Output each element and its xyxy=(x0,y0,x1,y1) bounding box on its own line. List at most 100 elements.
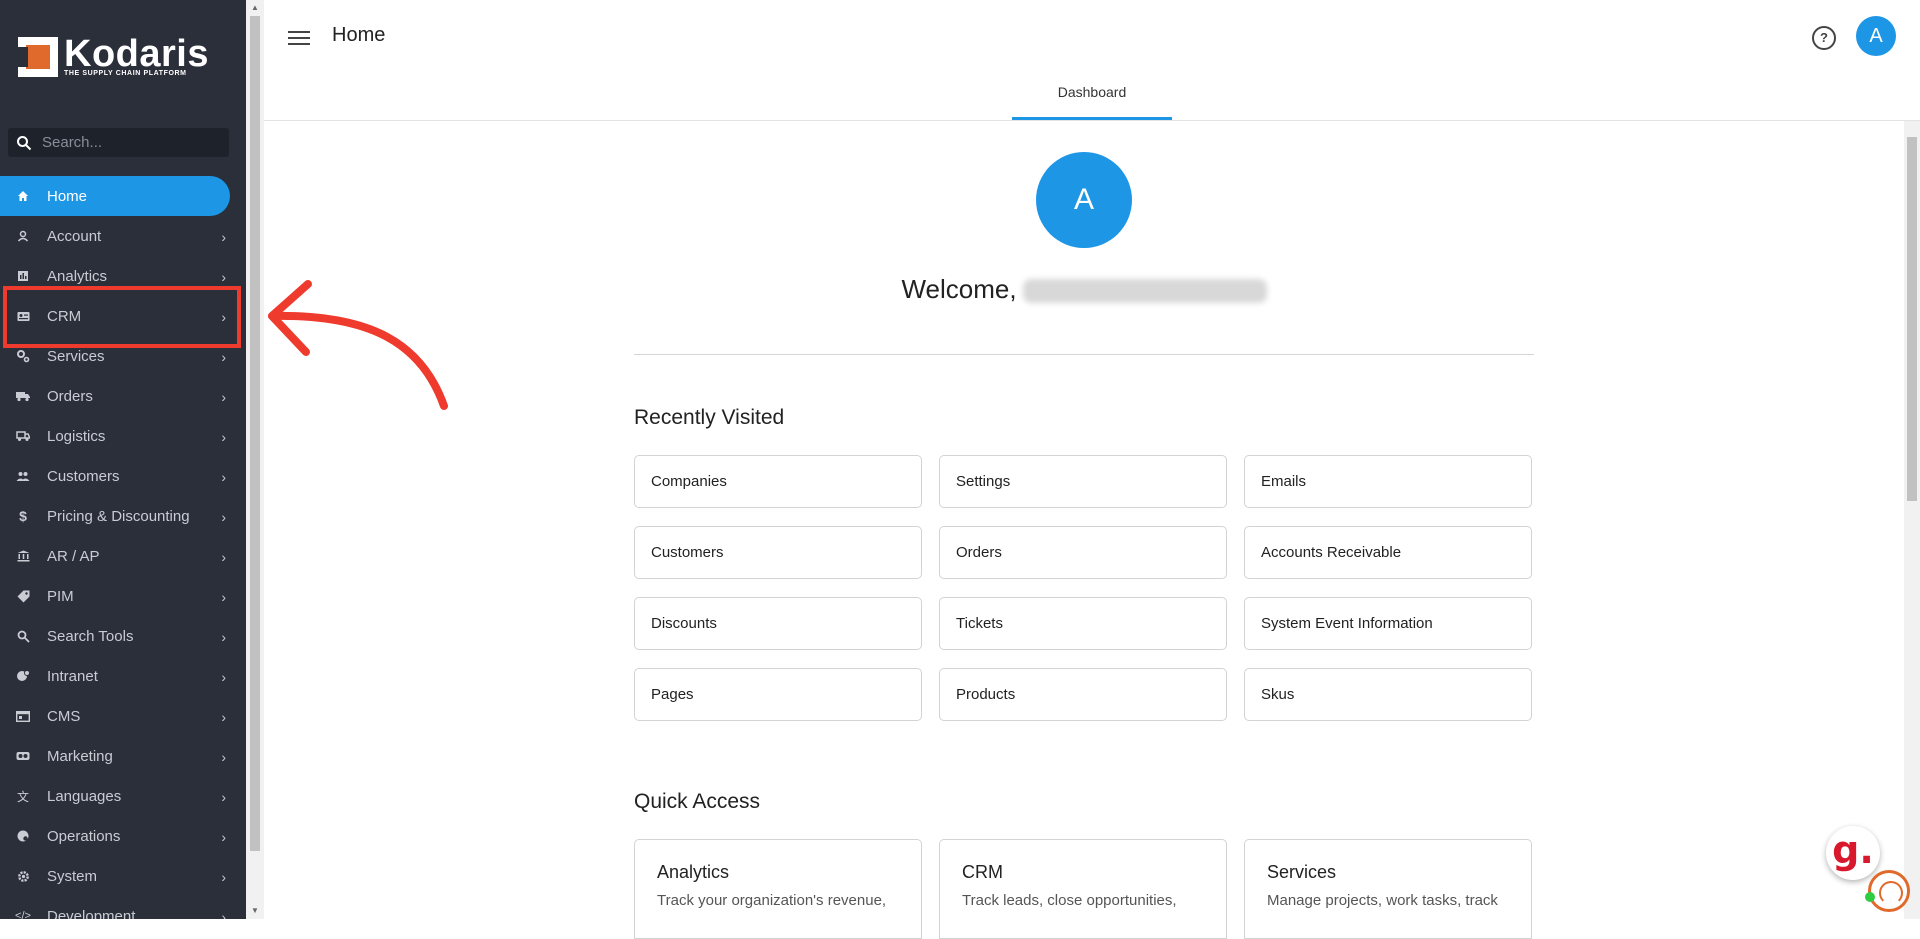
recent-card-emails[interactable]: Emails xyxy=(1244,455,1532,508)
recent-card-accounts-receivable[interactable]: Accounts Receivable xyxy=(1244,526,1532,579)
welcome-message: Welcome, xyxy=(700,274,1468,305)
welcome-text: Welcome, xyxy=(901,274,1017,304)
blurred-email xyxy=(1022,279,1267,304)
sidebar-item-account[interactable]: Account › xyxy=(0,216,246,256)
sidebar-item-label: Intranet xyxy=(47,667,98,685)
chevron-right-icon: › xyxy=(221,669,226,685)
sidebar-item-intranet[interactable]: Intranet › xyxy=(0,656,246,696)
scroll-up-arrow-icon[interactable]: ▲ xyxy=(251,3,259,12)
hamburger-menu-icon[interactable] xyxy=(288,27,310,49)
chevron-right-icon: › xyxy=(221,229,226,245)
sidebar-item-label: Orders xyxy=(47,387,93,405)
quick-access-title-text: Analytics xyxy=(657,862,730,882)
sidebar-item-home[interactable]: Home xyxy=(0,176,230,216)
recent-card-discounts[interactable]: Discounts xyxy=(634,597,922,650)
sidebar-item-marketing[interactable]: Marketing › xyxy=(0,736,246,776)
chevron-right-icon: › xyxy=(221,589,226,605)
quick-access-title-text: CRM xyxy=(962,862,1003,882)
sidebar-item-system[interactable]: System › xyxy=(0,856,246,896)
sidebar-item-orders[interactable]: Orders › xyxy=(0,376,246,416)
search-icon xyxy=(16,629,30,643)
sidebar-item-pricing[interactable]: $ Pricing & Discounting › xyxy=(0,496,246,536)
user-avatar[interactable]: A xyxy=(1856,16,1896,56)
chevron-right-icon: › xyxy=(221,829,226,845)
quick-access-crm[interactable]: CRM Track leads, close opportunities, xyxy=(939,839,1227,939)
tag-icon xyxy=(16,589,30,603)
chevron-right-icon: › xyxy=(221,429,226,445)
sidebar-item-customers[interactable]: Customers › xyxy=(0,456,246,496)
active-tab-indicator xyxy=(1012,117,1172,120)
sidebar-item-label: Logistics xyxy=(47,427,106,445)
tab-dashboard[interactable]: Dashboard xyxy=(1012,84,1172,100)
recently-visited-title: Recently Visited xyxy=(634,406,785,429)
sidebar-item-development[interactable]: </> Development › xyxy=(0,896,246,920)
help-icon[interactable]: ? xyxy=(1812,26,1836,50)
recent-card-orders[interactable]: Orders xyxy=(939,526,1227,579)
sidebar-item-label: Marketing xyxy=(47,747,113,765)
divider xyxy=(634,354,1534,355)
page-title: Home xyxy=(332,24,386,46)
code-icon: </> xyxy=(15,910,31,919)
cms-icon xyxy=(16,709,30,723)
sidebar-item-label: Development xyxy=(47,907,136,920)
sidebar-item-label: Operations xyxy=(47,827,121,845)
top-header: Home ? A Dashboard xyxy=(264,0,1920,121)
recent-card-tickets[interactable]: Tickets xyxy=(939,597,1227,650)
quick-access-title-text: Services xyxy=(1267,862,1337,882)
scrollbar-thumb[interactable] xyxy=(1907,137,1917,501)
people-icon xyxy=(16,469,30,483)
quick-access-description: Manage projects, work tasks, track xyxy=(1267,892,1498,909)
sidebar-item-label: Analytics xyxy=(47,267,108,285)
person-icon xyxy=(16,229,30,243)
sidebar-item-search-tools[interactable]: Search Tools › xyxy=(0,616,246,656)
main-scrollbar[interactable] xyxy=(1904,121,1920,919)
sidebar-item-label: System xyxy=(47,867,98,885)
sidebar-scrollbar[interactable]: ▲ ▼ xyxy=(246,0,264,919)
sidebar-item-languages[interactable]: 文 Languages › xyxy=(0,776,246,816)
crm-highlight-box xyxy=(3,286,241,348)
analytics-icon xyxy=(16,269,30,283)
sidebar-item-label: Services xyxy=(47,347,105,365)
gears-icon xyxy=(16,349,30,363)
quick-access-description: Track your organization's revenue, xyxy=(657,892,887,909)
recent-card-settings[interactable]: Settings xyxy=(939,455,1227,508)
sidebar-item-label: Pricing & Discounting xyxy=(47,507,190,525)
quick-access-services[interactable]: Services Manage projects, work tasks, tr… xyxy=(1244,839,1532,939)
red-arrow-annotation xyxy=(268,280,448,410)
online-status-dot xyxy=(1865,892,1875,902)
chevron-right-icon: › xyxy=(221,869,226,885)
chat-support-icon[interactable] xyxy=(1868,870,1910,912)
recent-card-customers[interactable]: Customers xyxy=(634,526,922,579)
chevron-right-icon: › xyxy=(221,389,226,405)
recent-card-skus[interactable]: Skus xyxy=(1244,668,1532,721)
scroll-down-arrow-icon[interactable]: ▼ xyxy=(251,906,259,915)
chevron-right-icon: › xyxy=(221,469,226,485)
quick-access-title: Quick Access xyxy=(634,790,761,813)
chevron-right-icon: › xyxy=(221,549,226,565)
sidebar-item-logistics[interactable]: Logistics › xyxy=(0,416,246,456)
recent-card-companies[interactable]: Companies xyxy=(634,455,922,508)
sidebar-item-label: Home xyxy=(47,187,88,205)
recent-card-pages[interactable]: Pages xyxy=(634,668,922,721)
sidebar-item-pim[interactable]: PIM › xyxy=(0,576,246,616)
chevron-right-icon: › xyxy=(221,749,226,765)
guidde-widget-icon[interactable]: g. xyxy=(1826,826,1880,880)
sidebar-item-operations[interactable]: Operations › xyxy=(0,816,246,856)
search-input[interactable] xyxy=(40,133,214,152)
sidebar-item-label: Search Tools xyxy=(47,627,134,645)
chevron-right-icon: › xyxy=(221,789,226,805)
scrollbar-thumb[interactable] xyxy=(250,16,260,851)
sidebar-item-cms[interactable]: CMS › xyxy=(0,696,246,736)
sidebar-item-ar-ap[interactable]: AR / AP › xyxy=(0,536,246,576)
gear-icon xyxy=(16,869,30,883)
kodaris-logo[interactable]: Kodaris THE SUPPLY CHAIN PLATFORM xyxy=(18,35,209,77)
home-icon xyxy=(16,189,30,203)
sidebar: Kodaris THE SUPPLY CHAIN PLATFORM Home A… xyxy=(0,0,246,919)
recent-card-products[interactable]: Products xyxy=(939,668,1227,721)
logo-mark-icon xyxy=(18,36,58,77)
dollar-icon: $ xyxy=(19,508,27,524)
chevron-right-icon: › xyxy=(221,629,226,645)
sidebar-item-label: Customers xyxy=(47,467,120,485)
quick-access-analytics[interactable]: Analytics Track your organization's reve… xyxy=(634,839,922,939)
recent-card-system-event-information[interactable]: System Event Information xyxy=(1244,597,1532,650)
